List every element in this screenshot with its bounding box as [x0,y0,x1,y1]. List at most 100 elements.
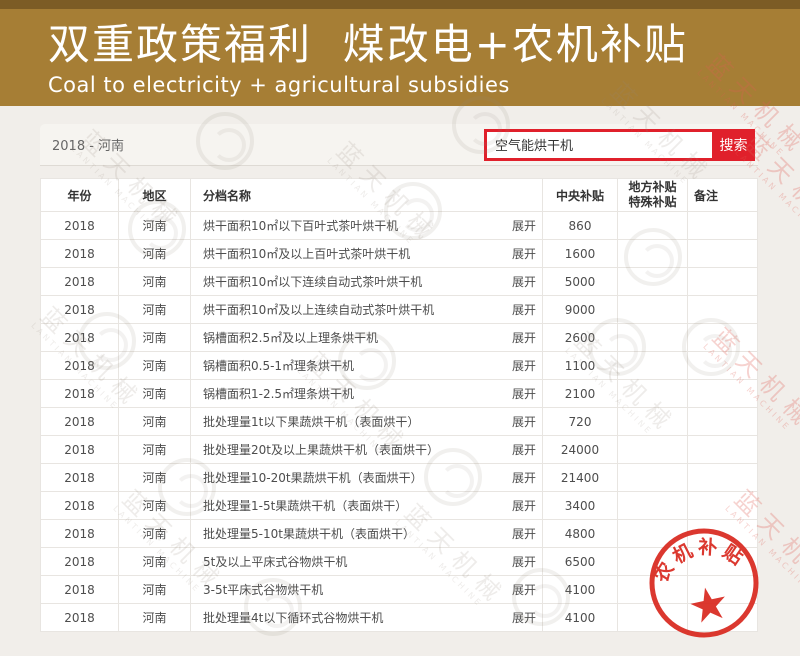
table-header-row: 年份 地区 分档名称 中央补贴 地方补贴 特殊补贴 备注 [41,179,758,212]
remark-cell [688,436,758,464]
expand-link[interactable]: 展开 [512,245,536,262]
col-header-region: 地区 [119,179,191,212]
table-row: 2018 河南 批处理量4t以下循环式谷物烘干机 展开 4100 [41,604,758,632]
central-subsidy-cell: 24000 [543,436,618,464]
year-cell: 2018 [41,464,119,492]
category-cell: 烘干面积10㎡及以上百叶式茶叶烘干机 展开 [191,240,543,268]
central-subsidy-cell: 21400 [543,464,618,492]
category-cell: 批处理量10-20t果蔬烘干机（表面烘干） 展开 [191,464,543,492]
category-label: 烘干面积10㎡及以上连续自动式茶叶烘干机 [203,301,434,318]
region-cell: 河南 [119,576,191,604]
expand-link[interactable]: 展开 [512,497,536,514]
year-cell: 2018 [41,296,119,324]
table-body: 2018 河南 烘干面积10㎡以下百叶式茶叶烘干机 展开 860 2018 河南… [41,212,758,632]
table-row: 2018 河南 批处理量5-10t果蔬烘干机（表面烘干） 展开 4800 [41,520,758,548]
expand-link[interactable]: 展开 [512,525,536,542]
col-header-central-subsidy: 中央补贴 [543,179,618,212]
category-cell: 烘干面积10㎡以下连续自动式茶叶烘干机 展开 [191,268,543,296]
remark-cell [688,268,758,296]
central-subsidy-cell: 4100 [543,604,618,632]
remark-cell [688,324,758,352]
expand-link[interactable]: 展开 [512,217,536,234]
local-subsidy-cell [618,548,688,576]
category-label: 锅槽面积2.5㎡及以上理条烘干机 [203,329,378,346]
region-cell: 河南 [119,352,191,380]
expand-link[interactable]: 展开 [512,273,536,290]
category-label: 锅槽面积0.5-1㎡理条烘干机 [203,357,354,374]
table-row: 2018 河南 3-5t平床式谷物烘干机 展开 4100 [41,576,758,604]
banner-top-strip [0,0,800,9]
region-cell: 河南 [119,464,191,492]
category-label: 批处理量4t以下循环式谷物烘干机 [203,609,383,626]
expand-link[interactable]: 展开 [512,609,536,626]
category-cell: 锅槽面积1-2.5㎡理条烘干机 展开 [191,380,543,408]
year-cell: 2018 [41,492,119,520]
local-subsidy-cell [618,352,688,380]
central-subsidy-cell: 1100 [543,352,618,380]
local-subsidy-cell [618,408,688,436]
col-header-local-line2: 特殊补贴 [624,195,681,210]
year-region-filter-label: 2018 - 河南 [52,135,124,154]
year-cell: 2018 [41,520,119,548]
expand-link[interactable]: 展开 [512,553,536,570]
year-cell: 2018 [41,604,119,632]
category-label: 批处理量1t以下果蔬烘干机（表面烘干） [203,413,419,430]
local-subsidy-cell [618,436,688,464]
local-subsidy-cell [618,296,688,324]
year-cell: 2018 [41,268,119,296]
category-cell: 批处理量4t以下循环式谷物烘干机 展开 [191,604,543,632]
banner: 双重政策福利 煤改电+农机补贴 Coal to electricity + ag… [0,9,800,106]
central-subsidy-cell: 4100 [543,576,618,604]
search-input[interactable] [484,129,712,161]
expand-link[interactable]: 展开 [512,357,536,374]
central-subsidy-cell: 720 [543,408,618,436]
category-label: 批处理量1-5t果蔬烘干机（表面烘干） [203,497,407,514]
local-subsidy-cell [618,240,688,268]
table-row: 2018 河南 烘干面积10㎡及以上百叶式茶叶烘干机 展开 1600 [41,240,758,268]
remark-cell [688,240,758,268]
local-subsidy-cell [618,604,688,632]
year-cell: 2018 [41,408,119,436]
central-subsidy-cell: 4800 [543,520,618,548]
local-subsidy-cell [618,212,688,240]
year-cell: 2018 [41,352,119,380]
expand-link[interactable]: 展开 [512,329,536,346]
col-header-local-line1: 地方补贴 [624,180,681,195]
category-cell: 烘干面积10㎡及以上连续自动式茶叶烘干机 展开 [191,296,543,324]
table-row: 2018 河南 批处理量1-5t果蔬烘干机（表面烘干） 展开 3400 [41,492,758,520]
region-cell: 河南 [119,436,191,464]
year-cell: 2018 [41,576,119,604]
expand-link[interactable]: 展开 [512,441,536,458]
remark-cell [688,520,758,548]
local-subsidy-cell [618,324,688,352]
table-row: 2018 河南 批处理量1t以下果蔬烘干机（表面烘干） 展开 720 [41,408,758,436]
col-header-category: 分档名称 [191,179,543,212]
expand-link[interactable]: 展开 [512,301,536,318]
category-cell: 批处理量5-10t果蔬烘干机（表面烘干） 展开 [191,520,543,548]
table-row: 2018 河南 烘干面积10㎡以下连续自动式茶叶烘干机 展开 5000 [41,268,758,296]
col-header-year: 年份 [41,179,119,212]
remark-cell [688,212,758,240]
table-row: 2018 河南 烘干面积10㎡以下百叶式茶叶烘干机 展开 860 [41,212,758,240]
expand-link[interactable]: 展开 [512,581,536,598]
local-subsidy-cell [618,464,688,492]
search-button[interactable]: 搜索 [712,129,755,161]
table-row: 2018 河南 5t及以上平床式谷物烘干机 展开 6500 [41,548,758,576]
category-label: 烘干面积10㎡以下百叶式茶叶烘干机 [203,217,398,234]
local-subsidy-cell [618,268,688,296]
category-cell: 锅槽面积0.5-1㎡理条烘干机 展开 [191,352,543,380]
local-subsidy-cell [618,520,688,548]
expand-link[interactable]: 展开 [512,385,536,402]
expand-link[interactable]: 展开 [512,413,536,430]
category-cell: 批处理量1t以下果蔬烘干机（表面烘干） 展开 [191,408,543,436]
local-subsidy-cell [618,492,688,520]
table-row: 2018 河南 锅槽面积1-2.5㎡理条烘干机 展开 2100 [41,380,758,408]
remark-cell [688,604,758,632]
central-subsidy-cell: 2100 [543,380,618,408]
year-cell: 2018 [41,324,119,352]
expand-link[interactable]: 展开 [512,469,536,486]
central-subsidy-cell: 2600 [543,324,618,352]
table-row: 2018 河南 锅槽面积0.5-1㎡理条烘干机 展开 1100 [41,352,758,380]
table-row: 2018 河南 烘干面积10㎡及以上连续自动式茶叶烘干机 展开 9000 [41,296,758,324]
central-subsidy-cell: 1600 [543,240,618,268]
